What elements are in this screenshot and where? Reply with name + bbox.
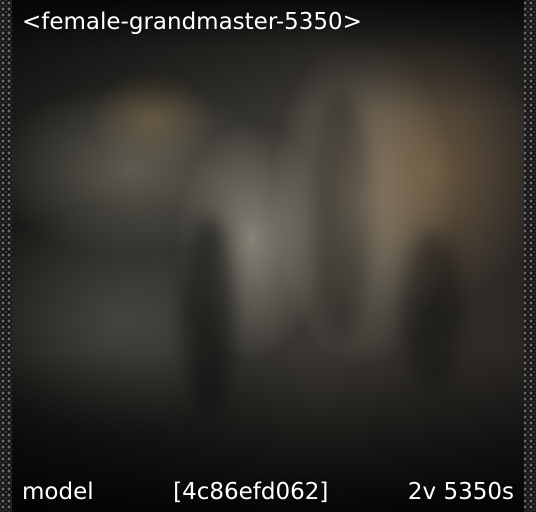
- caption-bar: model [4c86efd062] 2v 5350s: [22, 481, 514, 504]
- rock-crevice-shadow: [402, 230, 462, 390]
- rock-crevice-shadow: [184, 215, 234, 415]
- rock-crevice-shadow: [312, 90, 372, 340]
- version-steps-label: 2v 5350s: [407, 479, 514, 505]
- image-frame: <female-grandmaster-5350> model [4c86efd…: [0, 0, 536, 512]
- generated-image: <female-grandmaster-5350> model [4c86efd…: [12, 0, 524, 512]
- model-label: model: [22, 479, 94, 505]
- image-title: <female-grandmaster-5350>: [22, 9, 362, 35]
- hash-label: [4c86efd062]: [173, 479, 329, 505]
